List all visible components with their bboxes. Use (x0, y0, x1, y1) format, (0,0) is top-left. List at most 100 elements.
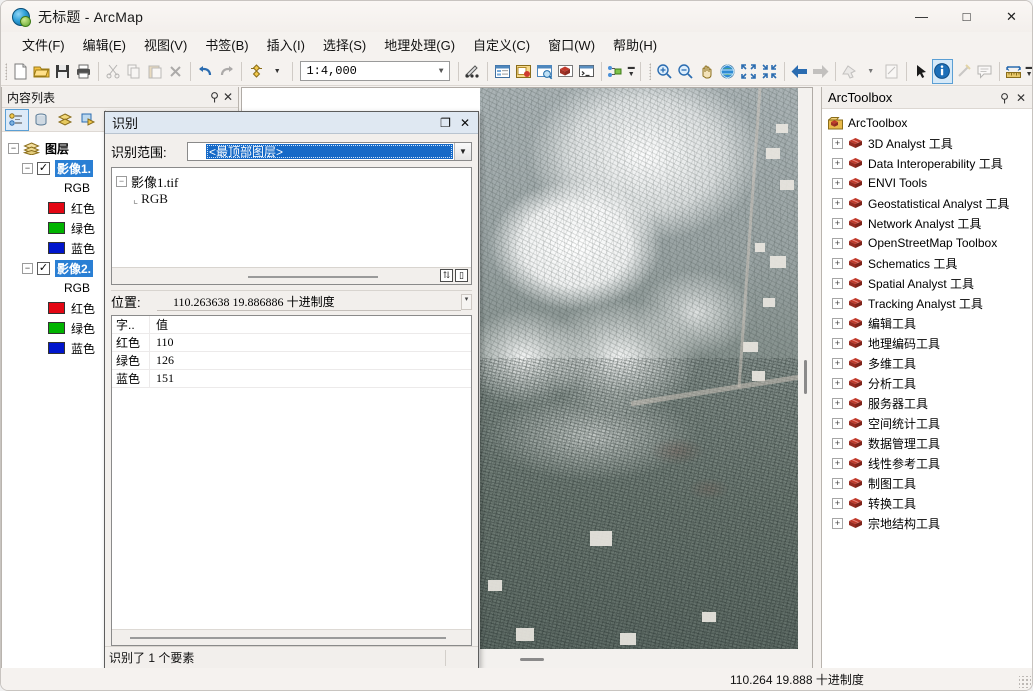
identify-icon[interactable] (931, 58, 953, 84)
map-scale-combo[interactable]: 1:4,000 ▼ (300, 61, 450, 81)
pin-icon[interactable]: ⚲ (1000, 91, 1009, 105)
zoom-out-icon[interactable] (676, 60, 695, 83)
arctoolbox-item-16[interactable]: + 线性参考工具 (822, 453, 1032, 473)
expander-icon[interactable]: + (832, 337, 843, 349)
identify-maximize-button[interactable]: ❐ (440, 116, 451, 130)
table-of-contents-icon[interactable] (493, 60, 512, 83)
sort-az-button[interactable]: ⇅ (440, 269, 453, 282)
identify-results-tree[interactable]: − 影像1.tif ⌞ RGB ⇅ ▯ (111, 167, 472, 285)
identify-dialog-titlebar[interactable]: 识别 ❐ ✕ (105, 112, 478, 134)
open-document-icon[interactable] (32, 60, 51, 83)
identify-close-button[interactable]: ✕ (460, 116, 470, 130)
expander-icon[interactable]: + (832, 517, 843, 529)
expander-icon[interactable]: + (832, 417, 843, 429)
select-elements-icon[interactable] (912, 60, 931, 83)
arctoolbox-item-18[interactable]: + 转换工具 (822, 493, 1032, 513)
expander-icon[interactable]: − (22, 162, 33, 174)
expander-icon[interactable]: + (832, 437, 843, 449)
zoom-in-icon[interactable] (655, 60, 674, 83)
menu-geoprocessing[interactable]: 地理处理(G) (375, 32, 464, 57)
identify-scope-combo[interactable]: <最顶部图层> ▼ (187, 141, 472, 161)
identify-table-hscrollbar[interactable] (112, 629, 471, 645)
menu-bookmarks[interactable]: 书签(B) (196, 32, 257, 57)
arctoolbox-item-5[interactable]: + OpenStreetMap Toolbox (822, 233, 1032, 253)
expander-icon[interactable]: + (832, 217, 843, 229)
expander-icon[interactable]: − (8, 142, 19, 154)
arctoolbox-item-10[interactable]: + 地理编码工具 (822, 333, 1032, 353)
splitter-grip[interactable] (804, 360, 807, 394)
arctoolbox-icon[interactable] (556, 60, 575, 83)
hyperlink-icon[interactable] (954, 60, 973, 83)
arctoolbox-item-19[interactable]: + 宗地结构工具 (822, 513, 1032, 533)
select-features-dropdown[interactable]: ▼ (861, 60, 880, 83)
menu-window[interactable]: 窗口(W) (539, 32, 604, 57)
arctoolbox-item-3[interactable]: + Geostatistical Analyst 工具 (822, 193, 1032, 213)
arctoolbox-item-4[interactable]: + Network Analyst 工具 (822, 213, 1032, 233)
close-button[interactable]: ✕ (989, 1, 1032, 32)
list-by-selection-icon[interactable] (78, 110, 100, 130)
map-canvas[interactable] (480, 88, 798, 649)
toolbar-grip[interactable] (5, 62, 8, 80)
expander-icon[interactable]: + (832, 257, 843, 269)
delete-icon[interactable] (167, 60, 186, 83)
identify-attribute-table[interactable]: 字.. 值 红色 110 绿色 126 蓝色 151 (111, 315, 472, 646)
identify-result-child[interactable]: ⌞ RGB (116, 191, 467, 207)
arctoolbox-item-15[interactable]: + 数据管理工具 (822, 433, 1032, 453)
expander-icon[interactable]: + (832, 457, 843, 469)
arctoolbox-item-0[interactable]: +3D Analyst 工具 (822, 133, 1032, 153)
go-back-extent-icon[interactable] (790, 60, 809, 83)
resize-grip[interactable] (1019, 676, 1031, 688)
search-icon[interactable] (535, 60, 554, 83)
add-data-icon[interactable] (247, 60, 266, 83)
close-icon[interactable]: ✕ (223, 90, 233, 104)
identify-dialog[interactable]: 识别 ❐ ✕ 识别范围: <最顶部图层> ▼ − 影像1.tif ⌞ RGB ⇅… (104, 111, 479, 669)
arctoolbox-item-17[interactable]: + 制图工具 (822, 473, 1032, 493)
full-extent-icon[interactable] (718, 60, 737, 83)
table-row[interactable]: 蓝色 151 (112, 369, 471, 388)
add-data-dropdown[interactable]: ▼ (268, 60, 287, 83)
expander-icon[interactable]: + (832, 477, 843, 489)
maximize-button[interactable]: □ (944, 1, 989, 32)
arctoolbox-item-11[interactable]: + 多维工具 (822, 353, 1032, 373)
scrollbar-thumb[interactable] (129, 637, 446, 639)
arctoolbox-item-1[interactable]: + Data Interoperability 工具 (822, 153, 1032, 173)
copy-icon[interactable] (125, 60, 144, 83)
expander-icon[interactable]: + (832, 317, 843, 329)
expander-icon[interactable]: + (832, 157, 843, 169)
redo-icon[interactable] (217, 60, 236, 83)
expander-icon[interactable]: + (832, 397, 843, 409)
expander-icon[interactable]: + (832, 197, 843, 209)
save-icon[interactable] (53, 60, 72, 83)
expander-icon[interactable]: + (832, 137, 843, 149)
arctoolbox-item-14[interactable]: + 空间统计工具 (822, 413, 1032, 433)
identify-location-scroll[interactable]: ▾ (461, 293, 472, 310)
menu-view[interactable]: 视图(V) (135, 32, 196, 57)
expander-icon[interactable]: − (116, 176, 127, 187)
scrollbar-thumb[interactable] (520, 658, 544, 661)
cut-icon[interactable] (104, 60, 123, 83)
paste-icon[interactable] (146, 60, 165, 83)
arctoolbox-item-7[interactable]: + Spatial Analyst 工具 (822, 273, 1032, 293)
go-next-extent-icon[interactable] (811, 60, 830, 83)
chevron-down-icon[interactable]: ▼ (439, 67, 444, 76)
arctoolbox-root-row[interactable]: ArcToolbox (822, 113, 1032, 133)
measure-icon[interactable] (1004, 60, 1023, 83)
menu-edit[interactable]: 编辑(E) (74, 32, 135, 57)
modelbuilder-icon[interactable] (606, 60, 625, 83)
arctoolbox-item-9[interactable]: + 编辑工具 (822, 313, 1032, 333)
arctoolbox-item-12[interactable]: + 分析工具 (822, 373, 1032, 393)
python-window-icon[interactable] (577, 60, 596, 83)
tools-toolbar-grip[interactable] (648, 62, 652, 80)
print-icon[interactable] (74, 60, 93, 83)
toc-layer-name-2[interactable]: 影像2. (55, 259, 94, 277)
expander-icon[interactable]: − (22, 262, 33, 274)
expander-icon[interactable]: + (832, 357, 843, 369)
toolbar-overflow-button[interactable]: ▬ ▼ (626, 60, 636, 83)
layer-visibility-checkbox[interactable]: ✓ (37, 261, 50, 275)
tools-overflow-button[interactable]: ▬ ▼ (1024, 60, 1032, 83)
html-popup-icon[interactable] (975, 60, 994, 83)
column-button[interactable]: ▯ (455, 269, 468, 282)
arctoolbox-item-2[interactable]: + ENVI Tools (822, 173, 1032, 193)
arctoolbox-item-8[interactable]: + Tracking Analyst 工具 (822, 293, 1032, 313)
select-features-icon[interactable] (840, 60, 859, 83)
